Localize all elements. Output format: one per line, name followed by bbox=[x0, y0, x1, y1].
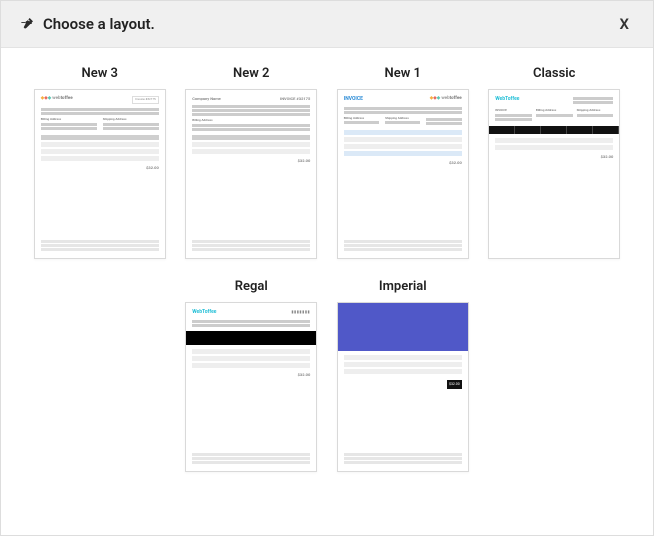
layout-regal[interactable]: Regal WebToffee ▮▮▮▮▮▮▮ $32.00 bbox=[185, 279, 319, 472]
layout-label: New 3 bbox=[82, 66, 118, 81]
layout-classic[interactable]: Classic WebToffee INVOICE Billing Addres… bbox=[488, 66, 622, 259]
layout-label: Classic bbox=[533, 66, 575, 81]
layout-label: New 1 bbox=[385, 66, 421, 81]
modal-header-left: Choose a layout. bbox=[19, 15, 155, 33]
choose-layout-modal: Choose a layout. X New 3 ◆◆◆ webtoffee I… bbox=[0, 0, 654, 536]
layout-thumbnail: $32.00 bbox=[337, 302, 469, 472]
layout-new3[interactable]: New 3 ◆◆◆ webtoffee Invoice #32175 Billi… bbox=[33, 66, 167, 259]
layout-thumbnail: WebToffee INVOICE Billing Address Shippi… bbox=[488, 89, 620, 259]
layout-thumbnail: WebToffee ▮▮▮▮▮▮▮ $32.00 bbox=[185, 302, 317, 472]
layout-thumbnail: INVOICE ◆◆◆ webtoffee Billing Address Sh… bbox=[337, 89, 469, 259]
layout-label: Regal bbox=[235, 279, 268, 294]
modal-header: Choose a layout. X bbox=[1, 1, 653, 48]
close-button[interactable]: X bbox=[614, 13, 636, 35]
modal-title: Choose a layout. bbox=[43, 15, 155, 33]
layout-new2[interactable]: New 2 Company Name INVOICE #32175 Billin… bbox=[185, 66, 319, 259]
layout-new1[interactable]: New 1 INVOICE ◆◆◆ webtoffee Billing Addr… bbox=[336, 66, 470, 259]
layout-label: Imperial bbox=[379, 279, 427, 294]
layout-label: New 2 bbox=[233, 66, 269, 81]
layout-imperial[interactable]: Imperial $32.00 bbox=[336, 279, 470, 472]
layout-thumbnail: ◆◆◆ webtoffee Invoice #32175 Billing Add… bbox=[34, 89, 166, 259]
modal-body: New 3 ◆◆◆ webtoffee Invoice #32175 Billi… bbox=[1, 48, 653, 535]
pin-icon bbox=[19, 16, 35, 32]
layout-thumbnail: Company Name INVOICE #32175 Billing Addr… bbox=[185, 89, 317, 259]
layout-grid: New 3 ◆◆◆ webtoffee Invoice #32175 Billi… bbox=[33, 66, 621, 472]
